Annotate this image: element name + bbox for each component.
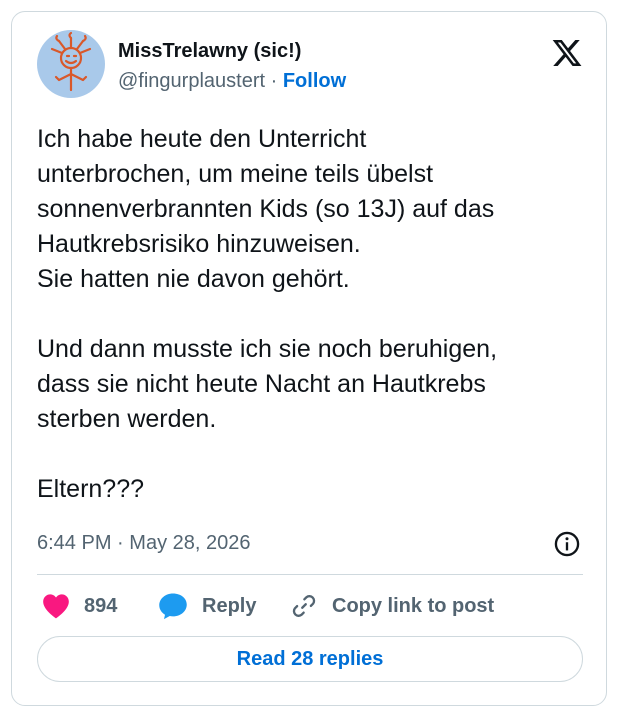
like-button[interactable]: 894 <box>42 590 117 622</box>
author-display-name[interactable]: MissTrelawny (sic!) <box>118 40 301 63</box>
copy-link-label: Copy link to post <box>332 594 495 617</box>
reply-button[interactable]: Reply <box>158 590 256 622</box>
tweet-card: MissTrelawny (sic!) @fingurplaustert · F… <box>11 11 607 706</box>
author-handle-row: @fingurplaustert · Follow <box>118 70 346 93</box>
x-logo-icon[interactable] <box>551 37 583 69</box>
avatar-drawing-icon <box>50 31 92 92</box>
info-icon[interactable] <box>553 530 581 558</box>
link-icon <box>292 595 316 617</box>
action-bar: 894 Reply Copy link to post <box>37 590 583 622</box>
separator: · <box>270 70 278 92</box>
speech-bubble-icon <box>159 593 187 620</box>
follow-button[interactable]: Follow <box>283 70 346 92</box>
tweet-time: 6:44 PM <box>37 532 112 554</box>
author-handle[interactable]: @fingurplaustert <box>118 70 265 92</box>
tweet-text: Ich habe heute den Unterricht unterbroch… <box>37 125 498 503</box>
timestamp[interactable]: 6:44 PM · May 28, 2026 <box>37 532 250 555</box>
separator: · <box>117 532 124 554</box>
read-replies-button[interactable]: Read 28 replies <box>37 636 583 682</box>
heart-icon <box>43 594 69 619</box>
avatar[interactable] <box>37 30 105 98</box>
divider <box>37 574 583 575</box>
reply-label: Reply <box>202 594 257 617</box>
tweet-date: May 28, 2026 <box>129 532 251 554</box>
copy-link-button[interactable]: Copy link to post <box>290 590 494 622</box>
like-count: 894 <box>84 594 118 617</box>
